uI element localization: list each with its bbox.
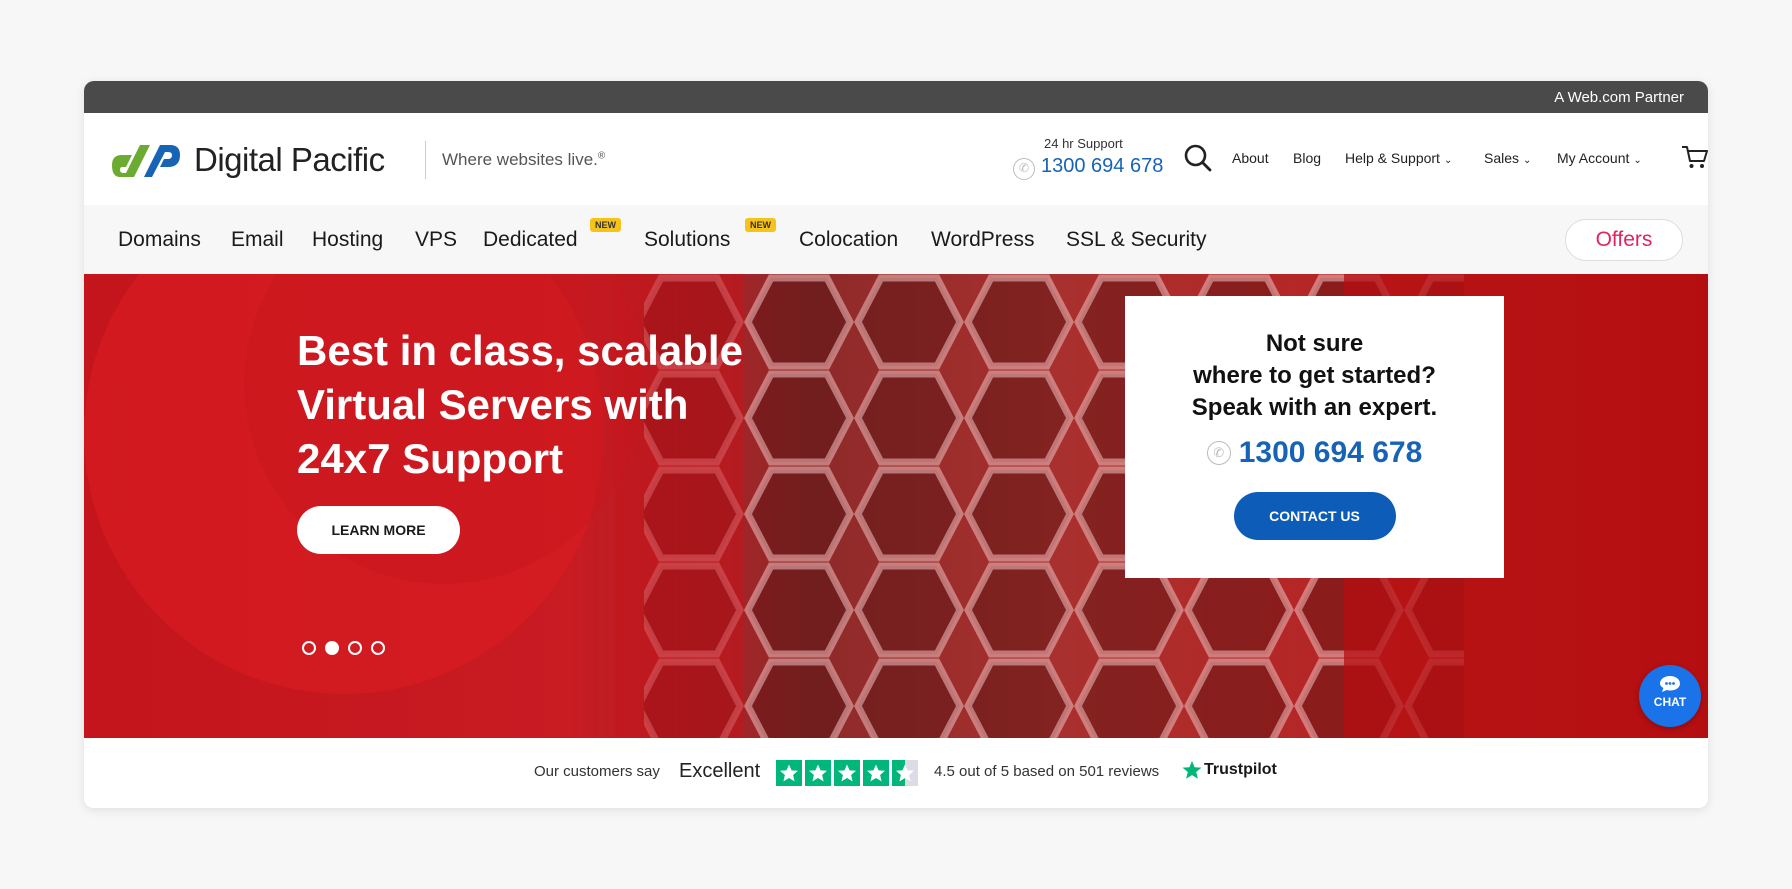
hero-headline: Best in class, scalable Virtual Servers … [297, 327, 743, 482]
cart-icon[interactable] [1681, 143, 1708, 171]
support-label: 24 hr Support [1044, 136, 1123, 151]
brand-name: Digital Pacific [194, 141, 385, 178]
top-link-blog[interactable]: Blog [1293, 150, 1321, 166]
card-line-1: Not sure [1265, 330, 1364, 357]
carousel-dot-4[interactable] [371, 641, 385, 655]
trustpilot-bar: Our customers say Excellent 4.5 out of 5… [84, 738, 1708, 808]
top-link-my-account[interactable]: My Account ⌄ [1557, 150, 1642, 166]
chat-label: CHAT [1653, 695, 1687, 709]
partner-text: A Web.com Partner [1554, 89, 1684, 106]
tagline: Where websites live.® [442, 150, 606, 169]
nav-solutions[interactable]: Solutions [644, 228, 730, 252]
main-nav: Domains Email Hosting VPS Dedicated NEW … [84, 205, 1708, 274]
half-star-icon [896, 764, 914, 782]
chat-bubble-icon [1660, 676, 1680, 692]
trustpilot-star-icon [1182, 761, 1202, 779]
phone-icon: ✆ [1206, 441, 1231, 465]
hero-banner: Best in class, scalable Virtual Servers … [84, 274, 1708, 738]
star-icon [809, 764, 827, 782]
nav-dedicated[interactable]: Dedicated [483, 228, 578, 252]
star-icon [780, 764, 798, 782]
carousel-dot-1[interactable] [302, 641, 316, 655]
nav-email[interactable]: Email [231, 228, 284, 252]
nav-vps[interactable]: VPS [415, 228, 457, 252]
star-icon [838, 764, 856, 782]
chevron-down-icon: ⌄ [1443, 155, 1453, 166]
trust-verdict: Excellent [679, 760, 761, 782]
top-link-about[interactable]: About [1232, 150, 1269, 166]
nav-ssl-security[interactable]: SSL & Security [1066, 228, 1206, 252]
offers-button[interactable]: Offers [1565, 219, 1683, 261]
registered-mark: ® [597, 150, 606, 162]
new-badge: NEW [590, 218, 621, 232]
nav-wordpress[interactable]: WordPress [931, 228, 1034, 252]
logo-divider [425, 141, 426, 179]
nav-hosting[interactable]: Hosting [312, 228, 383, 252]
search-icon[interactable] [1183, 143, 1213, 173]
phone-icon: ✆ [1013, 158, 1035, 180]
brand-logo[interactable]: Digital Pacific [110, 137, 414, 181]
learn-more-button[interactable]: LEARN MORE [297, 506, 460, 554]
new-badge: NEW [745, 218, 776, 232]
nav-colocation[interactable]: Colocation [799, 228, 898, 252]
chevron-down-icon: ⌄ [1523, 155, 1532, 166]
card-line-3: Speak with an expert. [1191, 394, 1438, 421]
browser-window: A Web.com Partner Digital Pacific Where … [84, 81, 1708, 808]
logo-mark-icon [112, 145, 180, 177]
trust-intro: Our customers say [534, 763, 660, 780]
carousel-dots [302, 641, 394, 660]
expert-contact-card: Not sure where to get started? Speak wit… [1125, 296, 1504, 578]
carousel-dot-2[interactable] [325, 641, 339, 655]
contact-us-button[interactable]: CONTACT US [1233, 492, 1396, 540]
chevron-down-icon: ⌄ [1633, 155, 1642, 166]
card-line-2: where to get started? [1193, 362, 1436, 389]
top-link-sales[interactable]: Sales ⌄ [1484, 150, 1531, 166]
trust-summary: 4.5 out of 5 based on 501 reviews [934, 763, 1160, 780]
trustpilot-logo[interactable]: Trustpilot [1182, 760, 1277, 786]
support-phone-link[interactable]: 1300 694 678 [1041, 155, 1163, 178]
site-header: Digital Pacific Where websites live.® 24… [84, 113, 1708, 205]
expert-phone-link[interactable]: 1300 694 678 [1239, 436, 1423, 470]
partner-bar: A Web.com Partner [84, 81, 1708, 113]
top-link-help-support[interactable]: Help & Support ⌄ [1345, 150, 1452, 166]
nav-domains[interactable]: Domains [118, 228, 201, 252]
chat-button[interactable]: CHAT [1639, 665, 1701, 727]
star-icon [867, 764, 885, 782]
carousel-dot-3[interactable] [348, 641, 362, 655]
